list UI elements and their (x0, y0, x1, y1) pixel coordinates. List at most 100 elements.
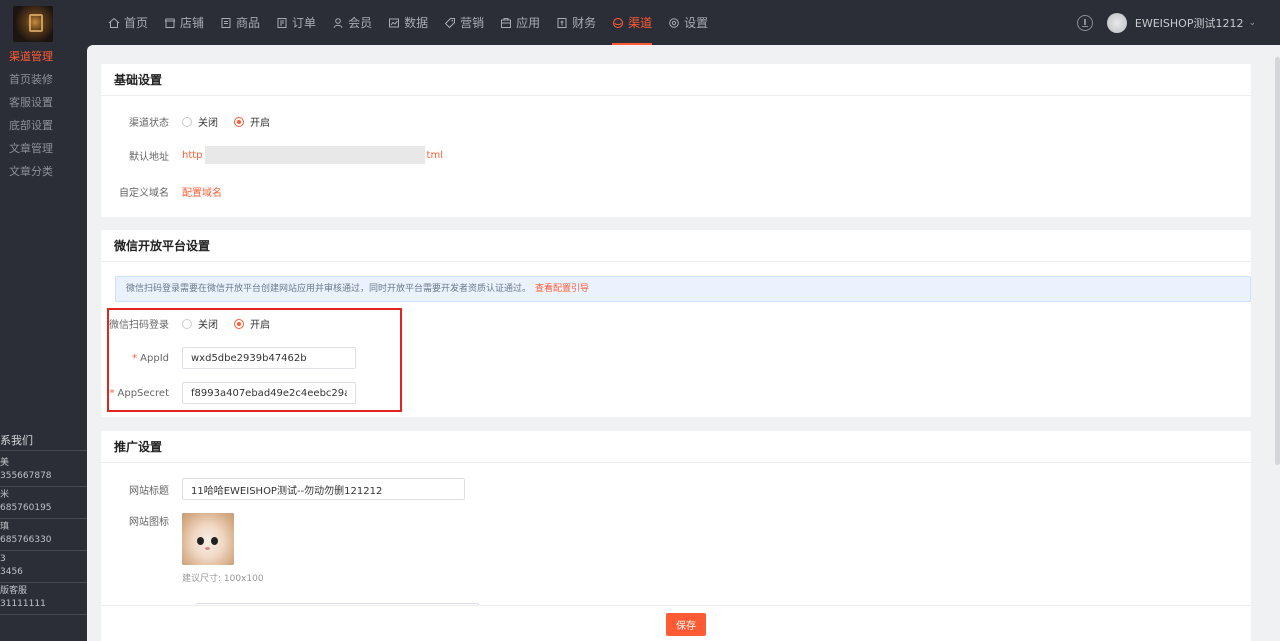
site-title-input[interactable] (182, 478, 465, 500)
tag-icon (444, 17, 456, 29)
nav-item-1[interactable]: 店铺 (156, 0, 212, 45)
contact-title: 系我们 (0, 431, 87, 451)
sidebar-item-4[interactable]: 文章管理 (0, 137, 87, 160)
contact-phone: 31111111 (0, 599, 46, 609)
contact-phone: 685760195 (0, 503, 52, 513)
contact-name: 米 (0, 490, 10, 500)
appid-row: * AppId (101, 347, 356, 369)
nav-item-5[interactable]: 数据 (380, 0, 436, 45)
promotion-settings-title: 推广设置 (101, 431, 1251, 463)
channel-status-on-radio[interactable]: 开启 (234, 114, 270, 129)
configure-domain-link[interactable]: 配置域名 (182, 184, 222, 199)
appsecret-row: * AppSecret (101, 382, 356, 404)
radio-circle-icon (182, 318, 192, 329)
sidebar-item-0[interactable]: 渠道管理 (0, 45, 87, 68)
nav-item-label: 会员 (348, 16, 373, 30)
contact-name: 版客服 (0, 586, 28, 596)
sidebar-item-2[interactable]: 客服设置 (0, 91, 87, 114)
nav-item-9[interactable]: 渠道 (604, 0, 660, 45)
nav-item-8[interactable]: 财务 (548, 0, 604, 45)
contact-phone: 3456 (0, 567, 23, 577)
scroll-thumb[interactable] (1275, 57, 1280, 465)
nav-item-4[interactable]: 会员 (324, 0, 380, 45)
default-url-link[interactable]: http tml (182, 146, 443, 164)
default-url-label: 默认地址 (129, 151, 169, 163)
appid-label: * AppId (132, 352, 169, 364)
nav-item-0[interactable]: 首页 (100, 0, 156, 45)
contact-name: 美 (0, 458, 10, 468)
nav-item-label: 营销 (460, 16, 485, 30)
avatar[interactable] (1106, 12, 1127, 33)
site-icon-label: 网站图标 (129, 517, 169, 528)
radio-label: 开启 (250, 118, 270, 129)
contact-name: 3 (0, 554, 6, 564)
radio-circle-icon (182, 116, 192, 127)
contact-panel: 系我们 美 355667878 米 685760195 瑱 685766330 3 3456 版… (0, 431, 87, 615)
wechat-notice: 微信扫码登录需要在微信开放平台创建网站应用并审核通过，同时开放平台需要开发者资质… (115, 276, 1251, 302)
basic-settings-title: 基础设置 (101, 64, 1251, 96)
nav-item-label: 应用 (516, 16, 541, 30)
chevron-down-icon[interactable]: ⌄ (1248, 18, 1256, 28)
member-icon (332, 17, 344, 29)
nav-item-7[interactable]: 应用 (492, 0, 548, 45)
nav-item-label: 订单 (292, 16, 317, 30)
contact-phone: 355667878 (0, 471, 52, 481)
data-icon (388, 17, 400, 29)
contact-entry: 3 3456 (0, 551, 87, 583)
config-guide-link[interactable]: 查看配置引导 (535, 284, 589, 294)
channel-status-label: 渠道状态 (129, 118, 169, 129)
wechat-settings-card: 微信开放平台设置 微信扫码登录需要在微信开放平台创建网站应用并审核通过，同时开放… (101, 230, 1251, 417)
channel-icon (612, 17, 624, 29)
nav-item-6[interactable]: 营销 (436, 0, 492, 45)
goods-icon (220, 17, 232, 29)
user-name[interactable]: EWEISHOP测试1212 (1135, 15, 1244, 31)
nav-item-3[interactable]: 订单 (268, 0, 324, 45)
contact-entry: 米 685760195 (0, 487, 87, 519)
radio-label: 关闭 (198, 118, 218, 129)
appid-input[interactable] (182, 347, 356, 369)
contact-name: 瑱 (0, 522, 10, 532)
radio-label: 开启 (250, 320, 270, 331)
nav-item-label: 设置 (684, 16, 709, 30)
notice-text: 微信扫码登录需要在微信开放平台创建网站应用并审核通过，同时开放平台需要开发者资质… (126, 284, 532, 294)
sidebar-item-1[interactable]: 首页装修 (0, 68, 87, 91)
site-icon-image[interactable] (182, 513, 234, 565)
contact-entry: 美 355667878 (0, 455, 87, 487)
wechat-login-label: 微信扫码登录 (109, 320, 169, 331)
gear-icon (668, 17, 680, 29)
nav-item-label: 渠道 (628, 16, 653, 30)
shop-logo[interactable] (13, 6, 53, 42)
nav-item-label: 数据 (404, 16, 429, 30)
wechat-login-row: 微信扫码登录 关闭 开启 (101, 316, 286, 331)
main-content: 基础设置 渠道状态 关闭 开启 默认地址 http tml 自定义域名 配置域名 … (87, 45, 1280, 641)
nav-item-10[interactable]: 设置 (660, 0, 716, 45)
wechat-settings-title: 微信开放平台设置 (101, 230, 1251, 262)
download-icon[interactable] (1076, 14, 1093, 31)
contact-phone: 685766330 (0, 535, 52, 545)
appsecret-label-text: AppSecret (117, 387, 170, 399)
channel-status-off-radio[interactable]: 关闭 (182, 114, 218, 129)
appid-label-text: AppId (140, 352, 169, 364)
nav-item-label: 店铺 (180, 16, 205, 30)
site-title-row: 网站标题 (101, 478, 465, 500)
wechat-login-off-radio[interactable]: 关闭 (182, 316, 218, 331)
custom-domain-label: 自定义域名 (119, 188, 169, 199)
sidebar-menu: 渠道管理 首页装修 客服设置 底部设置 文章管理 文章分类 (0, 45, 87, 183)
order-icon (276, 17, 288, 29)
nav-item-label: 首页 (124, 16, 149, 30)
nav-item-2[interactable]: 商品 (212, 0, 268, 45)
scrollbar[interactable] (1274, 45, 1280, 641)
app-icon (500, 17, 512, 29)
radio-label: 关闭 (198, 320, 218, 331)
nav-item-label: 财务 (572, 16, 597, 30)
appsecret-input[interactable] (182, 382, 356, 404)
appsecret-label: * AppSecret (109, 387, 170, 399)
user-area: EWEISHOP测试1212 ⌄ (1076, 0, 1256, 45)
save-button[interactable]: 保存 (666, 613, 706, 636)
url-prefix: http (182, 150, 203, 161)
wechat-login-on-radio[interactable]: 开启 (234, 316, 270, 331)
sidebar-item-5[interactable]: 文章分类 (0, 160, 87, 183)
footer-bar: 保存 (101, 605, 1251, 641)
home-icon (108, 17, 120, 29)
sidebar-item-3[interactable]: 底部设置 (0, 114, 87, 137)
